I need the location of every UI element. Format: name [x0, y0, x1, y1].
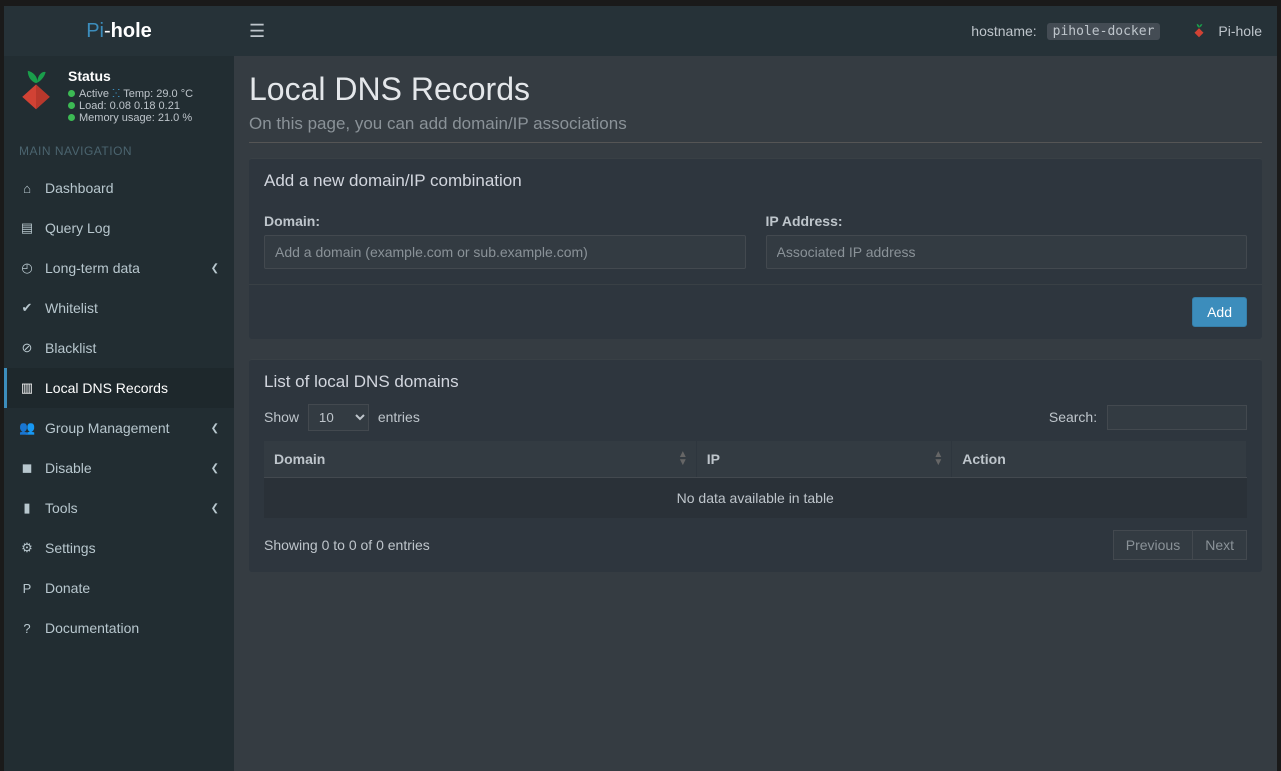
sidebar-item-tools[interactable]: ▮Tools❮ — [4, 488, 234, 528]
question-circle-icon: ? — [19, 621, 35, 636]
logo-hole: hole — [111, 20, 152, 43]
list-box-title: List of local DNS domains — [249, 360, 1262, 404]
hostname-label: hostname: — [971, 23, 1036, 39]
chevron-left-icon: ❮ — [211, 263, 219, 274]
page-title: Local DNS Records — [249, 71, 1262, 108]
table-empty: No data available in table — [264, 478, 1247, 519]
menu-toggle-icon[interactable]: ☰ — [249, 21, 265, 42]
sidebar-item-querylog[interactable]: ▤Query Log — [4, 208, 234, 248]
topbar: ☰ hostname: pihole-docker Pi-hole — [234, 6, 1277, 56]
search-wrap: Search: — [1049, 405, 1247, 430]
logo-sep: - — [104, 20, 111, 43]
next-button[interactable]: Next — [1193, 530, 1247, 560]
cogs-icon: ⚙ — [19, 540, 35, 556]
home-icon: ⌂ — [19, 181, 35, 196]
add-domain-box: Add a new domain/IP combination Domain: … — [249, 158, 1262, 339]
page-subtitle: On this page, you can add domain/IP asso… — [249, 114, 1262, 134]
status-line-active: ActiveⵘTemp: 29.0 °C — [68, 87, 193, 100]
add-button[interactable]: Add — [1192, 297, 1247, 327]
ip-input[interactable] — [766, 235, 1248, 269]
clock-icon: ◴ — [19, 260, 35, 276]
logo-pi: Pi — [86, 20, 104, 43]
logo[interactable]: Pi-hole — [4, 6, 234, 56]
list-box: List of local DNS domains Show 10 entrie… — [249, 359, 1262, 572]
page-size-select[interactable]: 10 — [308, 404, 369, 431]
chevron-left-icon: ❮ — [211, 463, 219, 474]
col-domain[interactable]: Domain▲▼ — [264, 441, 696, 478]
check-circle-icon: ✔ — [19, 300, 35, 316]
entries-length: Show 10 entries — [264, 404, 420, 431]
status-title: Status — [68, 68, 193, 84]
col-ip[interactable]: IP▲▼ — [696, 441, 951, 478]
list-icon: ▥ — [19, 380, 35, 396]
temp-icon: ⵘ — [112, 88, 120, 100]
sidebar-item-donate[interactable]: PDonate — [4, 568, 234, 608]
domain-label: Domain: — [264, 213, 746, 229]
status-line-load: Load: 0.08 0.18 0.21 — [68, 100, 193, 112]
sidebar-item-docs[interactable]: ?Documentation — [4, 608, 234, 648]
chevron-left-icon: ❮ — [211, 503, 219, 514]
sort-icon: ▲▼ — [678, 451, 688, 467]
chevron-left-icon: ❮ — [211, 423, 219, 434]
dns-table: Domain▲▼ IP▲▼ Action No data available i… — [264, 441, 1247, 518]
sidebar-item-whitelist[interactable]: ✔Whitelist — [4, 288, 234, 328]
nav-list: ⌂Dashboard ▤Query Log ◴Long-term data❮ ✔… — [4, 168, 234, 648]
pagination: Previous Next — [1113, 530, 1247, 560]
sidebar-item-localdns[interactable]: ▥Local DNS Records — [4, 368, 234, 408]
status-line-mem: Memory usage: 21.0 % — [68, 112, 193, 124]
stop-icon: ◼ — [19, 460, 35, 476]
file-icon: ▤ — [19, 220, 35, 236]
sidebar-item-blacklist[interactable]: ⊘Blacklist — [4, 328, 234, 368]
page-header: Local DNS Records On this page, you can … — [249, 71, 1262, 143]
main-content: ☰ hostname: pihole-docker Pi-hole Local … — [234, 6, 1277, 771]
users-icon: 👥 — [19, 420, 35, 436]
ip-label: IP Address: — [766, 213, 1248, 229]
ban-icon: ⊘ — [19, 340, 35, 356]
sidebar-item-settings[interactable]: ⚙Settings — [4, 528, 234, 568]
pihole-logo-icon — [14, 68, 58, 112]
sidebar-item-dashboard[interactable]: ⌂Dashboard — [4, 168, 234, 208]
sidebar-item-disable[interactable]: ◼Disable❮ — [4, 448, 234, 488]
topbar-brand[interactable]: Pi-hole — [1218, 23, 1262, 39]
hostname-value: pihole-docker — [1047, 23, 1161, 40]
table-info: Showing 0 to 0 of 0 entries — [264, 537, 430, 553]
pihole-small-icon — [1190, 22, 1208, 40]
status-panel: Status ActiveⵘTemp: 29.0 °C Load: 0.08 0… — [4, 56, 234, 134]
sidebar: Pi-hole Status ActiveⵘTemp: 29.0 °C Load… — [4, 6, 234, 771]
col-action: Action — [952, 441, 1247, 478]
sort-icon: ▲▼ — [933, 451, 943, 467]
prev-button[interactable]: Previous — [1113, 530, 1193, 560]
nav-header: MAIN NAVIGATION — [4, 134, 234, 168]
domain-input[interactable] — [264, 235, 746, 269]
add-box-title: Add a new domain/IP combination — [249, 159, 1262, 203]
folder-icon: ▮ — [19, 500, 35, 516]
search-label: Search: — [1049, 409, 1097, 425]
sidebar-item-group[interactable]: 👥Group Management❮ — [4, 408, 234, 448]
paypal-icon: P — [19, 581, 35, 596]
sidebar-item-longterm[interactable]: ◴Long-term data❮ — [4, 248, 234, 288]
search-input[interactable] — [1107, 405, 1247, 430]
